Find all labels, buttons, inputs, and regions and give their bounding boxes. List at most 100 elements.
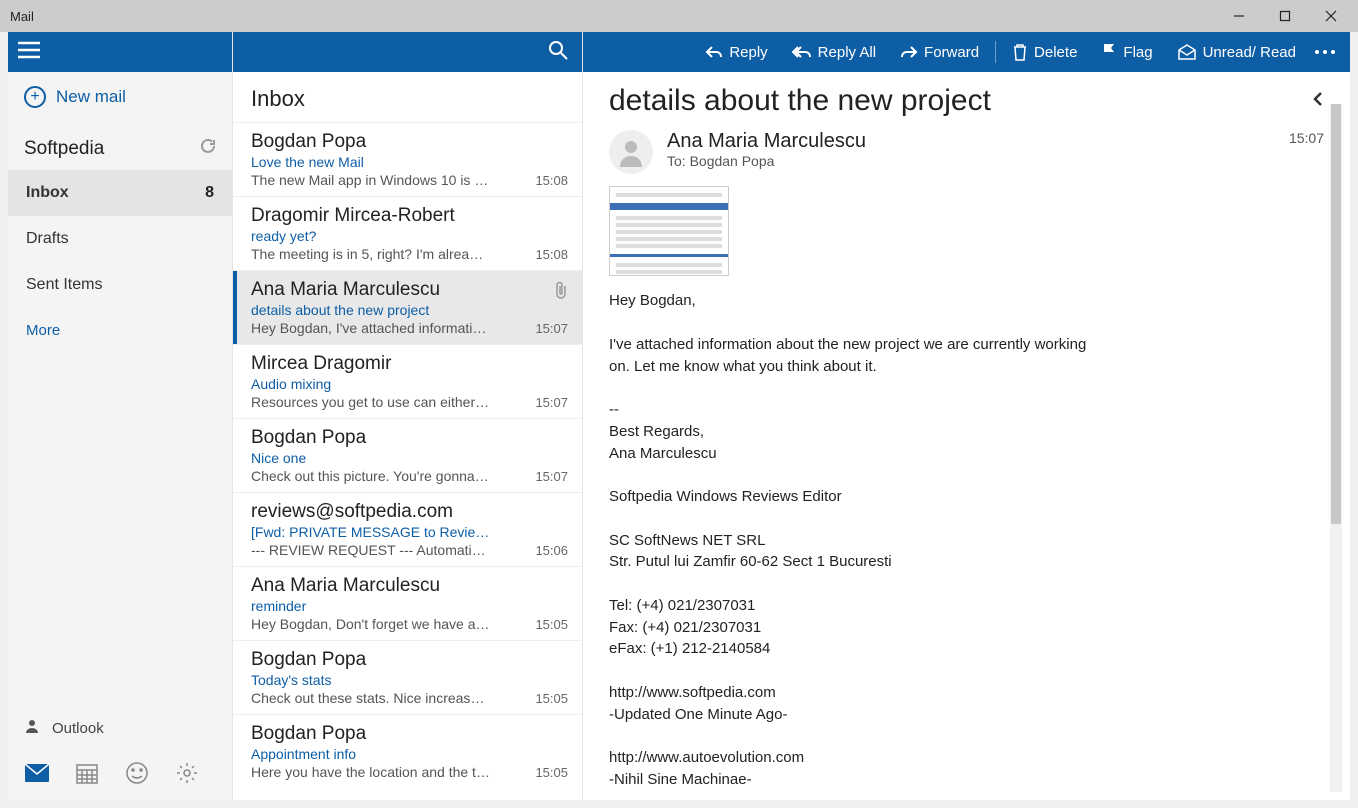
msg-preview: The new Mail app in Windows 10 is just a… (251, 172, 491, 188)
calendar-icon[interactable] (74, 760, 100, 786)
msg-subject: Audio mixing (251, 376, 491, 392)
message-item[interactable]: reviews@softpedia.com[Fwd: PRIVATE MESSA… (233, 492, 582, 566)
msg-subject: reminder (251, 598, 491, 614)
person-icon (24, 718, 40, 738)
collapse-icon[interactable] (1312, 90, 1324, 113)
msg-subject: details about the new project (251, 302, 491, 318)
titlebar: Mail (0, 0, 1358, 32)
msg-preview: --- REVIEW REQUEST --- Automatically for (251, 542, 491, 558)
msg-time: 15:07 (535, 469, 568, 484)
action-divider (995, 41, 996, 63)
settings-icon[interactable] (174, 760, 200, 786)
sender-name: Ana Maria Marculescu (667, 130, 1275, 153)
folder-name: Inbox (26, 184, 69, 202)
msg-sender: Dragomir Mircea-Robert (251, 205, 568, 227)
new-mail-button[interactable]: + New mail (8, 72, 232, 122)
message-item[interactable]: Ana Maria Marculescureminder Hey Bogdan, … (233, 566, 582, 640)
attachment-thumbnail[interactable] (609, 186, 729, 276)
unread-read-button[interactable]: Unread/ Read (1167, 32, 1306, 72)
more-folders[interactable]: More (8, 308, 232, 353)
new-mail-label: New mail (56, 87, 126, 107)
message-item[interactable]: Bogdan PopaAppointment info Here you have… (233, 714, 582, 788)
msg-sender: Bogdan Popa (251, 649, 568, 671)
avatar (609, 130, 653, 174)
subject-bar: details about the new project (583, 72, 1350, 124)
msg-subject: Nice one (251, 450, 491, 466)
msg-preview: The meeting is in 5, right? I'm already … (251, 246, 491, 262)
email-body: Hey Bogdan, I've attached information ab… (583, 286, 1350, 800)
msg-preview: Hey Bogdan, I've attached information ab… (251, 320, 491, 336)
list-title: Inbox (233, 72, 582, 122)
plus-icon: + (24, 86, 46, 108)
forward-button[interactable]: Forward (890, 32, 989, 72)
delete-button[interactable]: Delete (1002, 32, 1087, 72)
reading-pane: Reply Reply All Forward Delete Flag Un (583, 32, 1350, 800)
msg-time: 15:07 (535, 395, 568, 410)
msg-subject: Appointment info (251, 746, 491, 762)
msg-subject: Today's stats (251, 672, 491, 688)
msg-sender: Bogdan Popa (251, 131, 568, 153)
reply-button[interactable]: Reply (695, 32, 777, 72)
scrollbar[interactable] (1330, 104, 1342, 792)
msg-preview: Hey Bogdan, Don't forget we have a meet (251, 616, 491, 632)
attachment-icon (554, 281, 568, 304)
message-item[interactable]: Bogdan PopaToday's statsCheck out these … (233, 640, 582, 714)
account-name: Softpedia (24, 138, 104, 160)
message-item[interactable]: Mircea DragomirAudio mixingResources you… (233, 344, 582, 418)
folder-item[interactable]: Drafts (8, 216, 232, 262)
recipient: To: Bogdan Popa (667, 153, 1275, 169)
window-controls (1216, 0, 1354, 32)
msg-subject: [Fwd: PRIVATE MESSAGE to Reviews from (251, 524, 491, 540)
outlook-label: Outlook (52, 720, 104, 737)
folder-item[interactable]: Inbox 8 (8, 170, 232, 216)
message-item[interactable]: Ana Maria Marculescudetails about the ne… (233, 270, 582, 344)
message-item[interactable]: Dragomir Mircea-Robertready yet? The meet… (233, 196, 582, 270)
sender-info: Ana Maria Marculescu To: Bogdan Popa (667, 130, 1275, 174)
folder-item[interactable]: Sent Items (8, 262, 232, 308)
app-frame: + New mail Softpedia Inbox 8 Drafts Sent It… (8, 32, 1350, 800)
sidebar-top-bar (8, 32, 232, 72)
msg-time: 15:07 (535, 321, 568, 336)
feedback-icon[interactable] (124, 760, 150, 786)
msg-time: 15:05 (535, 617, 568, 632)
folder-name: Drafts (26, 230, 69, 248)
message-item[interactable]: Bogdan PopaLove the new Mail The new Mail… (233, 122, 582, 196)
sender-row: Ana Maria Marculescu To: Bogdan Popa 15:… (583, 124, 1350, 182)
account-switcher[interactable]: Outlook (8, 706, 232, 750)
msg-time: 15:05 (535, 691, 568, 706)
msg-subject: ready yet? (251, 228, 491, 244)
maximize-button[interactable] (1262, 0, 1308, 32)
minimize-button[interactable] (1216, 0, 1262, 32)
msg-sender: Bogdan Popa (251, 723, 568, 745)
folder-list: Inbox 8 Drafts Sent Items (8, 170, 232, 308)
folder-count: 8 (205, 184, 214, 202)
email-subject: details about the new project (609, 84, 991, 118)
msg-preview: Resources you get to use can either be p… (251, 394, 491, 410)
mail-icon[interactable] (24, 760, 50, 786)
folder-name: Sent Items (26, 276, 102, 294)
window-title: Mail (10, 9, 34, 24)
hamburger-icon[interactable] (18, 41, 40, 64)
msg-sender: Ana Maria Marculescu (251, 575, 568, 597)
flag-button[interactable]: Flag (1091, 32, 1162, 72)
close-button[interactable] (1308, 0, 1354, 32)
scrollbar-thumb[interactable] (1331, 104, 1341, 524)
search-icon[interactable] (548, 40, 568, 65)
msg-sender: reviews@softpedia.com (251, 501, 568, 523)
msg-sender: Ana Maria Marculescu (251, 279, 568, 301)
more-actions-button[interactable] (1310, 32, 1340, 72)
action-bar: Reply Reply All Forward Delete Flag Un (583, 32, 1350, 72)
reply-all-button[interactable]: Reply All (782, 32, 886, 72)
msg-time: 15:08 (535, 173, 568, 188)
msg-time: 15:08 (535, 247, 568, 262)
msg-sender: Bogdan Popa (251, 427, 568, 449)
refresh-icon[interactable] (200, 138, 216, 160)
msg-preview: Check out this picture. You're gonna lov… (251, 468, 491, 484)
message-item[interactable]: Bogdan PopaNice one Check out this pictur… (233, 418, 582, 492)
email-time: 15:07 (1289, 130, 1324, 174)
message-list-pane: Inbox Bogdan PopaLove the new MailThe ne… (233, 32, 583, 800)
msg-subject: Love the new Mail (251, 154, 491, 170)
msg-time: 15:05 (535, 765, 568, 780)
msg-preview: Here you have the location and the time … (251, 764, 491, 780)
account-header[interactable]: Softpedia (8, 122, 232, 170)
